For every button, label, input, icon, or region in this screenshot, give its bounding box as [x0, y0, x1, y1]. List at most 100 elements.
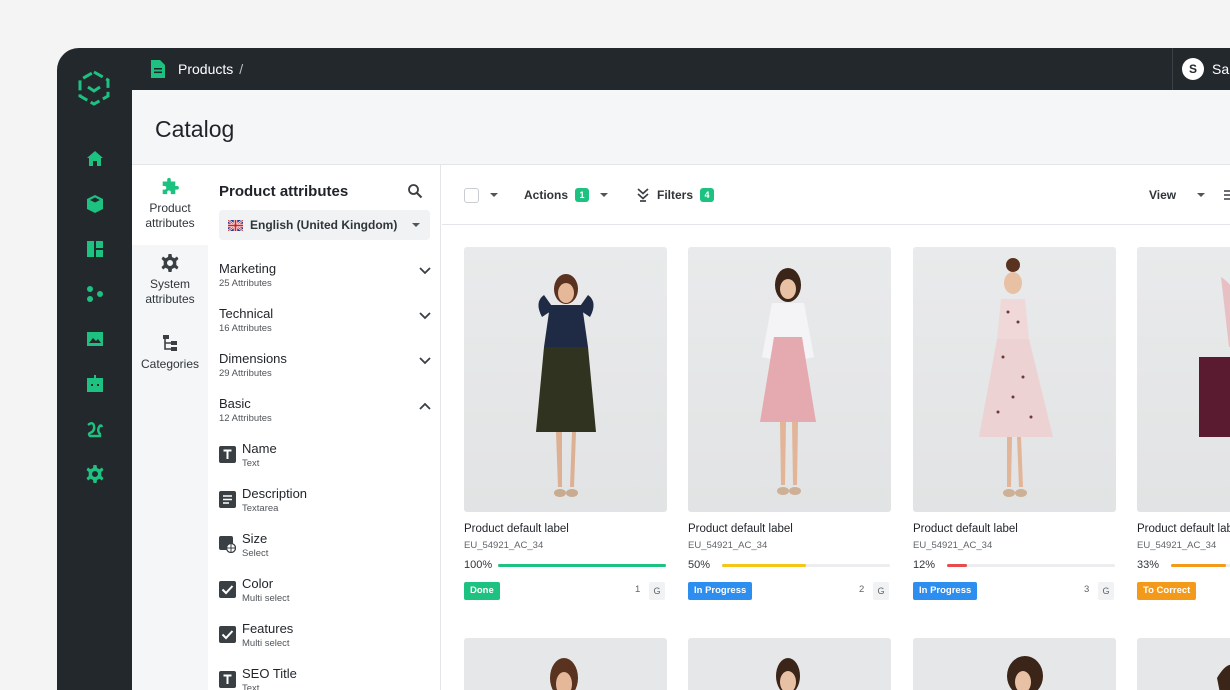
robot-icon — [86, 374, 103, 392]
group-count: 25 Attributes — [219, 278, 272, 289]
product-card[interactable] — [913, 638, 1116, 690]
attribute-group-marketing[interactable]: Marketing 25 Attributes — [219, 261, 431, 301]
tab-label: Categories — [140, 357, 200, 371]
group-name: Technical — [219, 306, 274, 321]
checkbox-icon — [219, 626, 236, 643]
user-menu[interactable]: S Sarah — [1182, 48, 1230, 90]
completeness-percent: 100% — [464, 559, 493, 571]
gear-icon — [86, 464, 103, 483]
actions-count-badge: 1 — [575, 188, 589, 202]
chevron-down-icon[interactable] — [490, 193, 498, 197]
completeness-fill — [498, 564, 666, 567]
dashboard-icon — [86, 240, 103, 257]
product-card[interactable] — [464, 638, 667, 690]
nav-dashboard[interactable] — [57, 226, 132, 271]
search-icon[interactable] — [407, 183, 423, 199]
group-count: 2 — [859, 584, 865, 595]
tab-label: Product — [149, 201, 191, 215]
nav-settings[interactable] — [57, 451, 132, 496]
group-count: 3 — [1084, 584, 1090, 595]
view-button[interactable]: View — [1149, 188, 1176, 202]
list-view-icon[interactable] — [1223, 189, 1230, 201]
group-name: Dimensions — [219, 351, 287, 366]
checkbox-icon — [219, 581, 236, 598]
attribute-group-dimensions[interactable]: Dimensions 29 Attributes — [219, 351, 431, 391]
attribute-group-basic[interactable]: Basic 12 Attributes — [219, 396, 431, 436]
tab-system-attributes[interactable]: System attributes — [132, 253, 208, 313]
breadcrumb-products[interactable]: Products — [178, 61, 233, 77]
attribute-item[interactable]: SEO Title Text — [219, 666, 431, 690]
nav-home[interactable] — [57, 136, 132, 181]
product-image — [688, 247, 891, 512]
language-value: English (United Kingdom) — [250, 218, 398, 232]
tab-product-attributes[interactable]: Product attributes — [132, 165, 208, 245]
product-attributes-panel: Product attributes English (United Kingd… — [208, 165, 441, 690]
product-label: Product default label — [464, 523, 569, 535]
product-card[interactable]: Product default label EU_54921_AC_34 50%… — [688, 247, 891, 617]
app-logo-icon[interactable] — [77, 70, 111, 106]
group-name: Marketing — [219, 261, 277, 276]
attribute-item[interactable]: Color Multi select — [219, 576, 431, 616]
nav-bot[interactable] — [57, 361, 132, 406]
attribute-item[interactable]: Size Select — [219, 531, 431, 571]
attribute-item[interactable]: Name Text — [219, 441, 431, 481]
product-card[interactable] — [688, 638, 891, 690]
chevron-down-icon — [419, 357, 431, 365]
product-sku: EU_54921_AC_34 — [688, 540, 768, 551]
avatar: S — [1182, 58, 1204, 80]
filters-button[interactable]: Filters — [657, 188, 693, 202]
product-sku: EU_54921_AC_34 — [1137, 540, 1217, 551]
nav-products[interactable] — [57, 181, 132, 226]
language-select[interactable]: English (United Kingdom) — [219, 210, 430, 240]
attribute-type: Text — [242, 683, 260, 690]
text-icon — [219, 446, 236, 463]
nav-workflow[interactable] — [57, 406, 132, 451]
attribute-item[interactable]: Features Multi select — [219, 621, 431, 661]
completeness-percent: 12% — [913, 559, 936, 571]
attribute-name: Description — [242, 486, 308, 501]
status-badge: To Correct — [1137, 582, 1197, 600]
product-grid-area: Actions 1 Filters 4 View Product default… — [442, 165, 1230, 690]
status-badge: In Progress — [688, 582, 753, 600]
attribute-name: Name — [242, 441, 277, 456]
completeness-bar — [722, 564, 890, 567]
catalog-tabs: Product attributes System attributes Cat… — [132, 165, 208, 690]
attribute-group-technical[interactable]: Technical 16 Attributes — [219, 306, 431, 346]
filter-icon[interactable] — [636, 187, 650, 203]
image-icon — [86, 331, 103, 346]
chevron-down-icon[interactable] — [1197, 193, 1205, 197]
product-card[interactable]: Product default label EU_54921_AC_34 33%… — [1137, 247, 1230, 617]
product-card[interactable]: Product default label EU_54921_AC_34 100… — [464, 247, 667, 617]
attribute-type: Multi select — [242, 593, 290, 604]
attribute-item[interactable]: Description Textarea — [219, 486, 431, 526]
tab-categories[interactable]: Categories — [132, 333, 208, 378]
select-icon — [219, 536, 236, 553]
main-navigation-rail — [57, 48, 132, 690]
completeness-bar — [498, 564, 666, 567]
product-card[interactable] — [1137, 638, 1230, 690]
page-title: Catalog — [155, 116, 235, 142]
page-header: Catalog — [132, 90, 1230, 165]
group-tag: G — [1098, 582, 1114, 600]
select-all-checkbox[interactable] — [464, 188, 479, 203]
actions-button[interactable]: Actions — [524, 188, 568, 202]
top-bar: Products / S Sarah — [132, 48, 1230, 90]
completeness-fill — [722, 564, 806, 567]
attribute-type: Multi select — [242, 638, 290, 649]
gear-icon — [161, 254, 179, 272]
text-icon — [219, 671, 236, 688]
group-tag: G — [873, 582, 889, 600]
attribute-type: Select — [242, 548, 269, 559]
status-badge: Done — [464, 582, 500, 600]
tree-icon — [163, 335, 177, 351]
product-image — [913, 247, 1116, 512]
product-image — [464, 247, 667, 512]
product-card[interactable]: Product default label EU_54921_AC_34 12%… — [913, 247, 1116, 617]
product-label: Product default label — [688, 523, 793, 535]
group-tag: G — [649, 582, 665, 600]
chevron-down-icon[interactable] — [600, 193, 608, 197]
nav-assets[interactable] — [57, 316, 132, 361]
chevron-down-icon — [412, 223, 420, 227]
textarea-icon — [219, 491, 236, 508]
nav-connections[interactable] — [57, 271, 132, 316]
